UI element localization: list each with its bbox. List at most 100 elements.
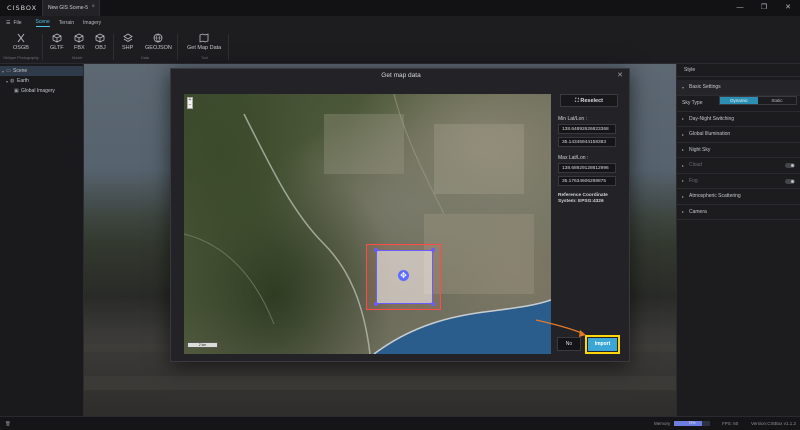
move-icon[interactable]: ✥ — [398, 270, 409, 281]
caret-right-icon: ▸ — [682, 193, 685, 199]
tree-item-label: Global Imagery — [21, 88, 55, 94]
section-day-night-switching[interactable]: ▸ Day-Night Switching — [677, 112, 800, 127]
shp-label: SHP — [122, 45, 134, 51]
section-cloud[interactable]: ▸ Cloud — [677, 158, 800, 174]
get-map-data-button[interactable]: Get Map Data — [187, 33, 221, 51]
tab-scene[interactable]: Scene — [35, 19, 50, 27]
max-lat-field: 35.17634606298875 — [558, 176, 616, 186]
caret-down-icon: ▾ — [682, 84, 685, 90]
version-text: Version:CISBox v1.1.2 — [751, 421, 797, 426]
document-tab[interactable]: New GIS Scene-5 × — [42, 0, 100, 16]
sky-type-dynamic[interactable]: Dynamic — [720, 97, 758, 104]
max-lon-field: 138.68929128612996 — [558, 163, 616, 173]
section-label: Night Sky — [689, 146, 711, 153]
file-menu-label: File — [13, 19, 22, 26]
section-label: Camera — [689, 208, 707, 215]
section-global-illumination[interactable]: ▸ Global Illumination — [677, 127, 800, 143]
close-tab-icon[interactable]: × — [91, 4, 95, 10]
shp-button[interactable]: SHP — [122, 33, 133, 51]
caret-right-icon: ▸ — [682, 131, 685, 137]
toolbar-divider — [228, 34, 229, 60]
properties-panel: Style ▾ Basic Settings Sky Type ▸ Day-Ni… — [676, 64, 800, 416]
memory-label: Memory — [654, 421, 671, 426]
get-map-data-label: Get Map Data — [187, 45, 222, 51]
app-logo: CISBOX — [7, 4, 38, 12]
toolbar: OSGB Oblique Photography GLTF FBX OBJ Mo… — [0, 29, 800, 64]
geojson-label: GEOJSON — [145, 45, 172, 51]
obj-button[interactable]: OBJ — [95, 33, 106, 51]
section-atmospheric-scattering[interactable]: ▸ Atmospheric Scattering — [677, 189, 800, 205]
min-lon-field: 138.64892626823368 — [558, 124, 616, 134]
group-tool: Tool — [201, 56, 208, 60]
close-icon[interactable]: ✕ — [617, 71, 623, 79]
sky-type-static[interactable]: Static — [758, 97, 796, 104]
group-oblique-photography: Oblique Photography — [3, 56, 39, 60]
fog-toggle[interactable] — [785, 178, 795, 184]
tree-item-label: Earth — [17, 78, 29, 84]
tab-style[interactable]: Style — [677, 64, 800, 77]
reference-coordinate-system: Reference Coordinate System: EPSG:4326 — [558, 193, 620, 205]
scene-icon: ▭ — [6, 68, 11, 74]
gltf-button[interactable]: GLTF — [50, 33, 64, 51]
resize-handle[interactable] — [431, 248, 435, 252]
status-bar: 🗑 Memory 79% FPS: 60 Version:CISBox v1.1… — [0, 416, 800, 430]
osgb-label: OSGB — [13, 45, 29, 51]
zoom-out-button[interactable]: − — [188, 103, 192, 108]
osgb-button[interactable]: OSGB — [13, 33, 29, 51]
map-scale-bar: 2 km — [187, 342, 218, 348]
section-label: Atmospheric Scattering — [689, 193, 741, 200]
file-menu[interactable]: ☰ File — [6, 20, 22, 26]
resize-handle[interactable] — [374, 302, 378, 306]
tree-item-global-imagery[interactable]: ▣ Global Imagery — [0, 86, 83, 96]
title-bar: CISBOX New GIS Scene-5 × — ❐ ✕ — [0, 0, 800, 16]
fbx-label: FBX — [74, 45, 85, 51]
no-button[interactable]: No — [557, 337, 581, 351]
trash-icon[interactable]: 🗑 — [5, 421, 11, 427]
resize-handle[interactable] — [374, 248, 378, 252]
tree-item-label: Scene — [13, 68, 28, 74]
section-night-sky[interactable]: ▸ Night Sky — [677, 143, 800, 158]
map-terrain-overlay — [184, 94, 551, 354]
tree-item-scene[interactable]: ▾ ▭ Scene — [0, 66, 83, 76]
section-camera[interactable]: ▸ Camera — [677, 205, 800, 220]
menu-icon: ☰ — [6, 19, 11, 26]
tab-terrain[interactable]: Terrain — [59, 20, 74, 26]
section-label: Basic Settings — [689, 84, 721, 91]
document-tab-label: New GIS Scene-5 — [48, 5, 89, 11]
resize-handle[interactable] — [431, 302, 435, 306]
close-window-button[interactable]: ✕ — [776, 0, 800, 16]
cube-icon — [52, 33, 62, 43]
scissors-icon — [17, 33, 25, 43]
fbx-button[interactable]: FBX — [74, 33, 85, 51]
reselect-label: Reselect — [580, 98, 604, 104]
imagery-icon: ▣ — [14, 88, 19, 94]
import-button[interactable]: Import — [588, 338, 617, 351]
section-label: Cloud — [689, 162, 703, 169]
cube-icon — [95, 33, 105, 43]
section-label: Day-Night Switching — [689, 115, 735, 122]
caret-right-icon: ▸ — [682, 178, 685, 184]
toolbar-divider — [42, 34, 43, 60]
cloud-toggle[interactable] — [785, 163, 795, 168]
min-latlon-label: Min Lat/Lon : — [558, 116, 587, 122]
globe-icon — [154, 33, 163, 43]
group-data: Data — [141, 56, 150, 60]
tree-item-earth[interactable]: ▾ ◍ Earth — [0, 76, 83, 86]
fps-readout: FPS: 60 — [722, 421, 739, 426]
maximize-button[interactable]: ❐ — [752, 0, 776, 16]
window-controls: — ❐ ✕ — [728, 0, 800, 16]
satellite-map[interactable]: + − 2 km ✥ — [184, 94, 551, 354]
tab-imagery[interactable]: Imagery — [83, 20, 101, 26]
layers-icon — [122, 33, 133, 42]
geojson-button[interactable]: GEOJSON — [145, 33, 172, 51]
earth-icon: ◍ — [10, 78, 15, 84]
gltf-label: GLTF — [50, 45, 64, 51]
reselect-button[interactable]: ⛶ Reselect — [560, 94, 618, 107]
section-basic-settings[interactable]: ▾ Basic Settings — [677, 80, 800, 96]
caret-right-icon: ▸ — [682, 116, 685, 122]
sky-type-selector: Dynamic Static — [719, 96, 797, 105]
section-fog[interactable]: ▸ Fog — [677, 174, 800, 189]
minimize-button[interactable]: — — [728, 0, 752, 16]
scene-tree-panel: ▾ ▭ Scene ▾ ◍ Earth ▣ Global Imagery — [0, 64, 84, 416]
toolbar-divider — [113, 34, 114, 60]
